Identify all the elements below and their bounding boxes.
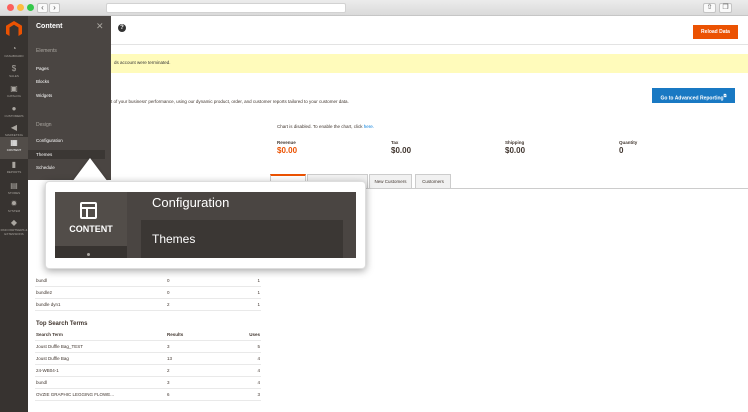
bar-chart-icon: ▮ (11, 160, 17, 169)
flyout-section-elements: Elements (36, 48, 57, 54)
share-icon[interactable]: ⇧ (703, 3, 716, 13)
sidebar-item-reports[interactable]: ▮ Reports (0, 159, 28, 181)
zoomed-configuration-link: Configuration (152, 195, 230, 210)
sidebar-item-label: Catalog (7, 94, 21, 98)
close-icon[interactable]: ✕ (96, 21, 104, 32)
gear-icon: ✹ (10, 199, 18, 208)
sidebar-item-label: Customers (4, 114, 24, 118)
person-icon: ● (11, 104, 17, 113)
callout-pointer (72, 158, 108, 182)
system-notice: ds account were terminated. (111, 54, 748, 73)
flyout-link-pages[interactable]: Pages (36, 66, 49, 71)
table-row[interactable]: bundle dyn1 2 1 (35, 299, 261, 311)
flyout-title: Content (36, 23, 63, 30)
close-window-button[interactable] (7, 4, 14, 11)
table-row[interactable]: Joust Duffle Bag 13 4 (35, 353, 261, 365)
notice-text: ds account were terminated. (114, 60, 171, 65)
enable-chart-link[interactable]: here. (364, 124, 374, 129)
sidebar-item-label: Find Partners & Extensions (0, 228, 28, 236)
cubes-icon: ◆ (10, 218, 18, 227)
metric-revenue: Revenue $0.00 (277, 140, 297, 155)
metric-value: $0.00 (505, 146, 526, 155)
tab-new-customers[interactable]: New Customers (369, 174, 412, 189)
sidebar-item-label: Content (6, 148, 22, 152)
tab-customers[interactable]: Customers (415, 174, 451, 189)
zoomed-themes-link: Themes (152, 232, 196, 246)
address-bar[interactable] (106, 3, 346, 13)
table-row[interactable]: bundl 0 1 (35, 275, 261, 287)
metric-label: Tax (391, 140, 399, 145)
sidebar-item-label: System (7, 209, 21, 213)
sidebar-item-label: Sales (9, 74, 19, 78)
tabs-icon[interactable]: ❐ (719, 3, 732, 13)
metric-tax: Tax $0.00 (391, 140, 411, 155)
table-row[interactable]: bundl 3 4 (35, 377, 261, 389)
zoomed-menu-view: CONTENT Configuration Themes (55, 192, 356, 258)
metric-value: 0 (619, 146, 624, 155)
metric-quantity: Quantity 0 (619, 140, 637, 155)
metric-label: Shipping (505, 140, 525, 145)
metric-value: $0.00 (391, 146, 412, 155)
sidebar-item-label: Reports (6, 170, 22, 174)
chart-disabled-text: Chart is disabled. To enable the chart, … (277, 124, 363, 129)
chevron-right-icon[interactable]: › (49, 3, 60, 13)
metric-label: Quantity (619, 140, 638, 145)
flyout-link-schedule[interactable]: Schedule (36, 165, 55, 170)
table-row[interactable]: Joust Duffle Bag_TEST 3 5 (35, 341, 261, 353)
chart-disabled-message: Chart is disabled. To enable the chart, … (277, 124, 374, 129)
minimize-window-button[interactable] (17, 4, 24, 11)
sidebar-item-content[interactable]: ▦ Content (0, 137, 28, 159)
admin-sidebar: ◔ Dashboard $ Sales ▣ Catalog ● Customer… (0, 16, 28, 412)
zoomed-content-nav-item: CONTENT (55, 192, 127, 246)
page-header: ? Reload Data (111, 16, 748, 45)
layout-icon (80, 202, 97, 219)
help-icon[interactable]: ? (118, 24, 126, 32)
sidebar-item-partners[interactable]: ◆ Find Partners & Extensions (0, 217, 28, 243)
chevron-left-icon[interactable]: ‹ (37, 3, 48, 13)
sidebar-item-sales[interactable]: $ Sales (0, 63, 28, 85)
content-flyout-menu: Content ✕ Elements Pages Blocks Widgets … (28, 16, 111, 180)
table-row[interactable]: bundle2 0 1 (35, 287, 261, 299)
flyout-link-blocks[interactable]: Blocks (36, 79, 49, 84)
zoomed-themes-highlight: Themes (141, 220, 343, 258)
speedometer-icon: ◔ (11, 44, 17, 53)
flyout-link-configuration[interactable]: Configuration (36, 138, 63, 143)
metric-value: $0.00 (277, 146, 298, 155)
zoomed-sidebar: CONTENT (55, 192, 127, 258)
sidebar-item-label: Stores (7, 191, 21, 195)
dollar-icon: $ (11, 64, 17, 73)
table-row[interactable]: OVZIE GRAPHIC LEGGING FLOWE... 6 3 (35, 389, 261, 401)
external-link-icon: ⧉ (723, 93, 727, 98)
metric-label: Revenue (277, 140, 296, 145)
box-icon: ▣ (10, 84, 18, 93)
flyout-link-widgets[interactable]: Widgets (36, 93, 52, 98)
maximize-window-button[interactable] (27, 4, 34, 11)
top-search-terms-title: Top Search Terms (36, 321, 88, 327)
layout-icon: ▦ (10, 138, 18, 147)
advanced-reporting-intro: t of your business' performance, using o… (111, 99, 349, 104)
table-header: Search Term Results Uses (35, 329, 261, 341)
sidebar-item-label: Dashboard (4, 54, 24, 58)
store-icon: ▤ (10, 181, 18, 190)
zoomed-next-icon (87, 253, 90, 256)
zoomed-nav-label: CONTENT (69, 224, 113, 234)
megaphone-icon: ◀ (10, 123, 18, 132)
magento-logo[interactable] (6, 21, 22, 36)
advanced-reporting-button[interactable]: Go to Advanced Reporting⧉ (652, 88, 735, 103)
reload-data-button[interactable]: Reload Data (693, 25, 738, 39)
browser-toolbar: ‹ › ⇧ ❐ (0, 0, 748, 16)
sidebar-item-dashboard[interactable]: ◔ Dashboard (0, 43, 28, 65)
flyout-section-design: Design (36, 122, 52, 128)
metric-shipping: Shipping $0.00 (505, 140, 525, 155)
sidebar-item-catalog[interactable]: ▣ Catalog (0, 83, 28, 105)
table-row[interactable]: 24-WB04-1 2 4 (35, 365, 261, 377)
advanced-reporting-label: Go to Advanced Reporting (660, 95, 724, 102)
